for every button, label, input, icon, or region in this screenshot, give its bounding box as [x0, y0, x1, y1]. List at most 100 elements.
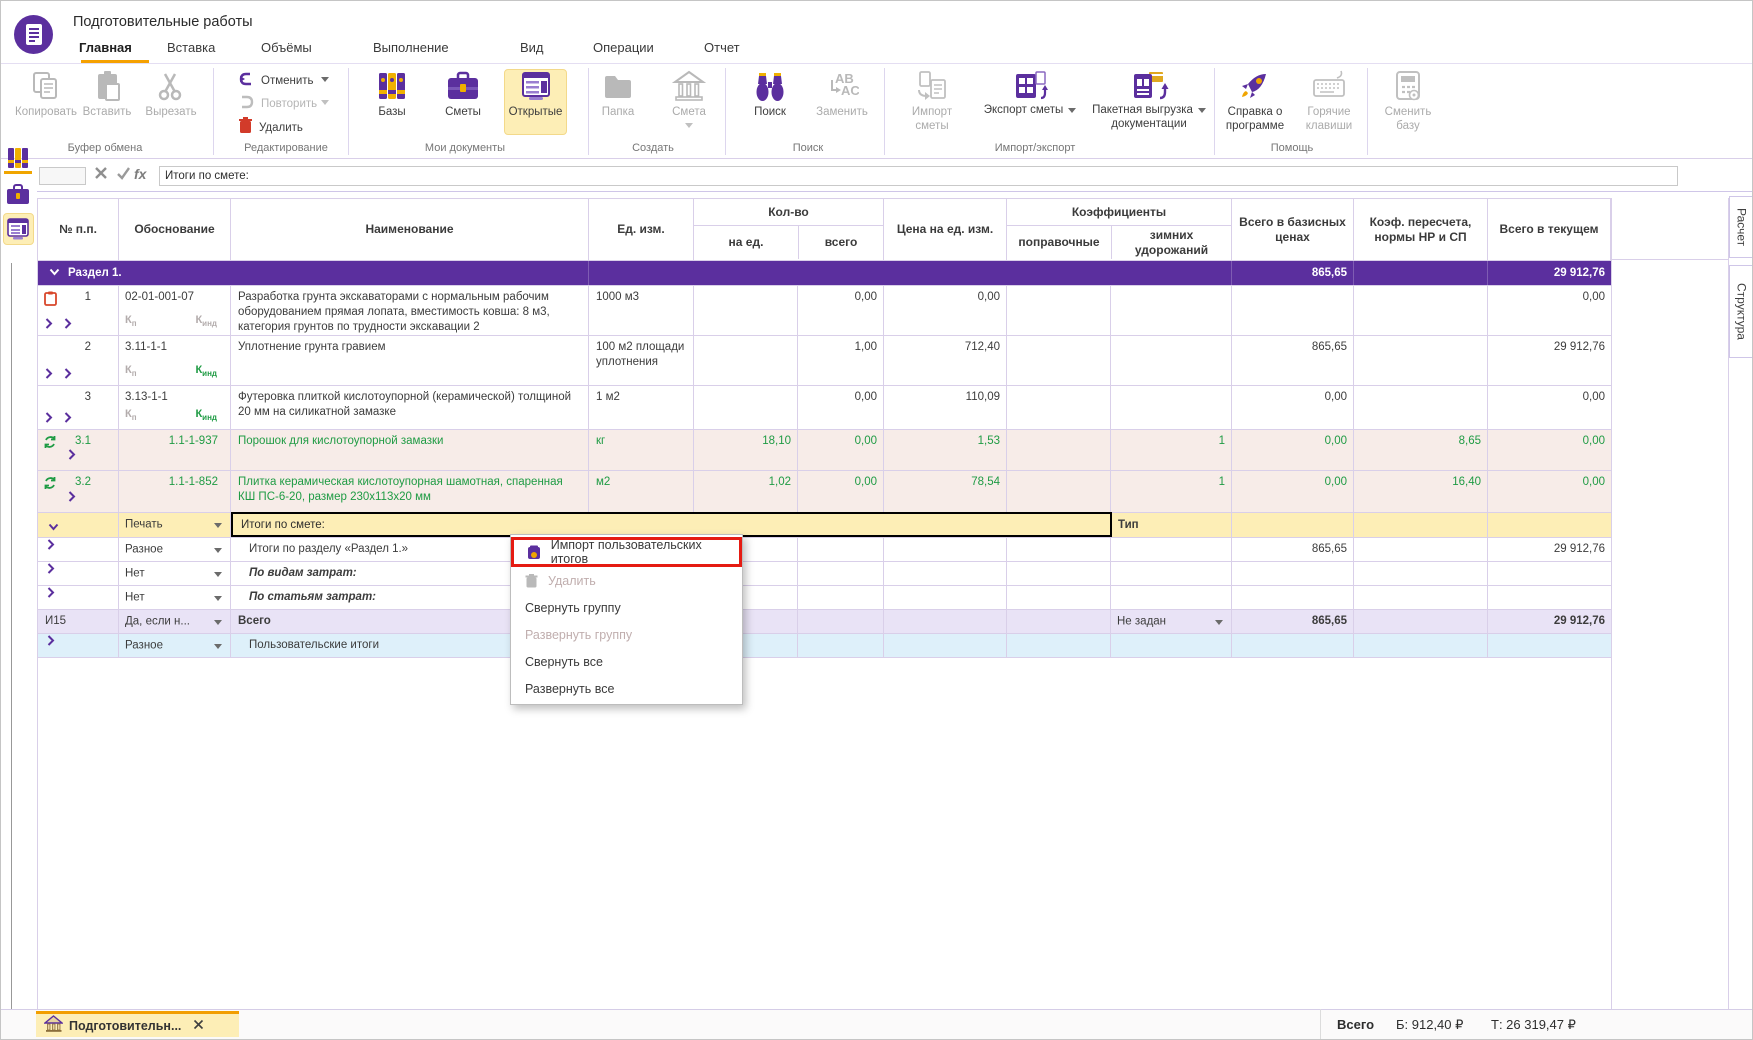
- menu-item-collapse-group[interactable]: Свернуть группу: [511, 594, 742, 621]
- col-header-unit[interactable]: Ед. изм.: [589, 199, 694, 260]
- tab-obyomy[interactable]: Объёмы: [261, 40, 312, 63]
- tab-vypolnenie[interactable]: Выполнение: [373, 40, 449, 63]
- expand-icon[interactable]: [68, 449, 76, 460]
- expand-icon[interactable]: [47, 539, 55, 550]
- col-header-justification[interactable]: Обоснование: [119, 199, 231, 260]
- kind-coef[interactable]: Кинд: [195, 407, 217, 424]
- table-row-3-1[interactable]: 3.1 1.1-1-937 Порошок для кислотоупорной…: [38, 430, 1611, 471]
- tab-structure[interactable]: Структура: [1729, 265, 1753, 358]
- row-dropdown[interactable]: Разное: [119, 634, 231, 657]
- rail-bases-icon[interactable]: [4, 145, 32, 171]
- menu-item-delete[interactable]: Удалить: [511, 567, 742, 594]
- col-header-current[interactable]: Всего в текущем: [1488, 199, 1611, 260]
- table-row-3-2[interactable]: 3.2 1.1-1-852 Плитка керамическая кислот…: [38, 471, 1611, 513]
- type-dropdown[interactable]: Не задан: [1111, 610, 1232, 633]
- cell-name-box[interactable]: [39, 167, 86, 185]
- about-button[interactable]: Справка о программе: [1217, 68, 1293, 133]
- rail-open-icon[interactable]: [4, 216, 32, 242]
- col-header-name[interactable]: Наименование: [231, 199, 589, 260]
- expand-icon[interactable]: [64, 368, 72, 379]
- export-estimate-button[interactable]: Экспорт сметы: [974, 68, 1086, 118]
- document-tab[interactable]: Подготовительн...: [36, 1011, 239, 1037]
- kp-coef[interactable]: Кп: [125, 407, 137, 424]
- expand-icon[interactable]: [45, 318, 53, 329]
- menu-item-import-user-totals[interactable]: Импорт пользовательских итогов: [511, 537, 742, 567]
- tab-vstavka[interactable]: Вставка: [167, 40, 215, 63]
- col-header-recalc[interactable]: Коэф. пересчета, нормы НР и СП: [1354, 199, 1488, 260]
- expand-icon[interactable]: [64, 318, 72, 329]
- unit-price: 78,54: [884, 471, 1007, 512]
- rail-estimates-icon[interactable]: [4, 181, 32, 207]
- open-button[interactable]: Открытые: [504, 68, 567, 120]
- col-header-qty-total[interactable]: всего: [798, 226, 883, 259]
- expand-icon[interactable]: [64, 412, 72, 423]
- table-row-2[interactable]: 2 3.11-1-1 Кп Кинд Уплотнение грунта гра…: [38, 336, 1611, 386]
- create-folder-button[interactable]: Папка: [587, 68, 649, 120]
- expand-icon[interactable]: [47, 563, 55, 574]
- print-dropdown[interactable]: Печать: [119, 513, 231, 537]
- col-header-coef-winter[interactable]: зимних удорожаний: [1111, 226, 1231, 259]
- tab-calculation[interactable]: Расчет: [1729, 196, 1753, 258]
- menu-item-expand-group[interactable]: Развернуть группу: [511, 621, 742, 648]
- expand-icon[interactable]: [47, 635, 55, 646]
- kind-coef[interactable]: Кинд: [195, 363, 217, 380]
- expand-icon[interactable]: [68, 491, 76, 502]
- totals-row-grand[interactable]: И15 Да, если н... Всего Не задан 865,65 …: [38, 610, 1611, 634]
- confirm-formula-icon[interactable]: [116, 166, 131, 185]
- function-icon[interactable]: fx: [134, 166, 146, 182]
- collapse-icon[interactable]: [48, 521, 59, 536]
- cancel-formula-icon[interactable]: [94, 166, 108, 185]
- totals-header-row[interactable]: Печать Тип Итоги по смете:: [38, 513, 1611, 538]
- hotkeys-button[interactable]: Горячие клавиши: [1295, 68, 1363, 133]
- paste-button[interactable]: Вставить: [76, 68, 138, 120]
- delete-button[interactable]: Удалить: [238, 117, 303, 138]
- close-tab-icon[interactable]: [193, 1018, 204, 1033]
- search-button[interactable]: Поиск: [739, 68, 801, 120]
- bases-button[interactable]: Базы: [361, 68, 423, 120]
- totals-row-by-items[interactable]: Нет По статьям затрат:: [38, 586, 1611, 610]
- kp-coef[interactable]: Кп: [125, 313, 137, 330]
- tab-operacii[interactable]: Операции: [593, 40, 654, 63]
- col-header-coef-group[interactable]: Коэффициенты поправочные зимних удорожан…: [1007, 199, 1232, 260]
- kp-coef[interactable]: Кп: [125, 363, 137, 380]
- cut-button[interactable]: Вырезать: [140, 68, 202, 120]
- estimate-table: № п.п. Обоснование Наименование Ед. изм.…: [38, 198, 1611, 658]
- redo-button[interactable]: Повторить: [238, 94, 317, 114]
- totals-row-section[interactable]: Разное Итоги по разделу «Раздел 1.» 865,…: [38, 538, 1611, 562]
- tab-vid[interactable]: Вид: [520, 40, 544, 63]
- formula-input[interactable]: Итоги по смете:: [159, 166, 1678, 186]
- section-row[interactable]: Раздел 1. 865,65 29 912,76: [38, 261, 1611, 286]
- col-header-qty-unit[interactable]: на ед.: [694, 226, 798, 259]
- col-header-coef-adj[interactable]: поправочные: [1007, 226, 1111, 259]
- totals-row-by-types[interactable]: Нет По видам затрат:: [38, 562, 1611, 586]
- row-dropdown[interactable]: Нет: [119, 586, 231, 609]
- row-dropdown[interactable]: Нет: [119, 562, 231, 585]
- col-header-num[interactable]: № п.п.: [38, 199, 119, 260]
- group-label-docs: Мои документы: [385, 142, 545, 154]
- tab-otchet[interactable]: Отчет: [704, 40, 740, 63]
- table-row-1[interactable]: 1 02-01-001-07 Кп Кинд Разработка грунта…: [38, 286, 1611, 336]
- estimates-button[interactable]: Сметы: [432, 68, 494, 120]
- import-estimate-button[interactable]: Импорт сметы: [894, 68, 970, 133]
- totals-row-custom[interactable]: Разное Пользовательские итоги: [38, 634, 1611, 658]
- col-header-qty-group[interactable]: Кол-во на ед. всего: [694, 199, 884, 260]
- switch-base-button[interactable]: Сменить базу: [1372, 68, 1444, 133]
- copy-button[interactable]: Копировать: [15, 68, 77, 120]
- expand-icon[interactable]: [47, 587, 55, 598]
- create-estimate-button[interactable]: Смета: [658, 68, 720, 128]
- row-dropdown[interactable]: Да, если н...: [119, 610, 231, 633]
- undo-button[interactable]: Отменить: [238, 71, 314, 91]
- col-header-basis[interactable]: Всего в базисных ценах: [1232, 199, 1354, 260]
- kind-coef[interactable]: Кинд: [195, 313, 217, 330]
- table-row-3[interactable]: 3 3.13-1-1 Кп Кинд Футеровка плиткой кис…: [38, 386, 1611, 430]
- replace-button[interactable]: ABAC Заменить: [811, 68, 873, 120]
- row-dropdown[interactable]: Разное: [119, 538, 231, 561]
- collapse-section-icon[interactable]: [49, 266, 60, 281]
- batch-export-button[interactable]: Пакетная выгрузка документации: [1088, 68, 1210, 131]
- expand-icon[interactable]: [45, 412, 53, 423]
- menu-item-collapse-all[interactable]: Свернуть все: [511, 648, 742, 675]
- undo-dropdown-arrow[interactable]: [321, 77, 329, 82]
- col-header-price[interactable]: Цена на ед. изм.: [884, 199, 1007, 260]
- menu-item-expand-all[interactable]: Развернуть все: [511, 675, 742, 702]
- expand-icon[interactable]: [45, 368, 53, 379]
